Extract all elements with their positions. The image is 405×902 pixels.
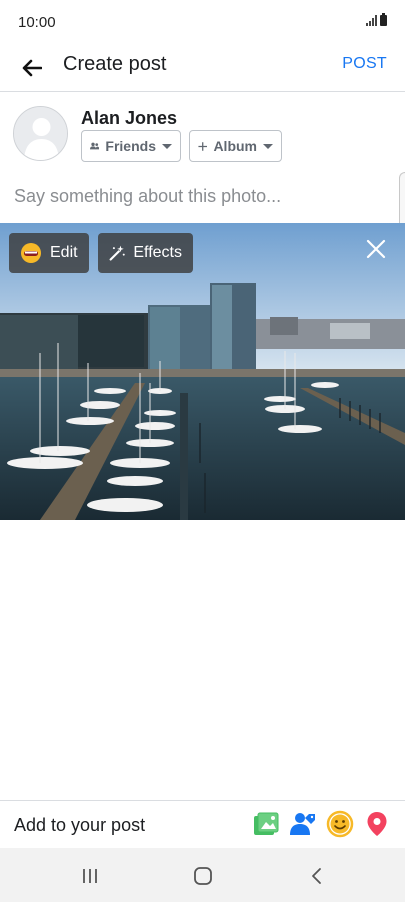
back-nav-icon: [312, 868, 321, 884]
album-label: Album: [213, 138, 257, 154]
status-time: 10:00: [18, 14, 56, 31]
remove-photo-button[interactable]: [365, 238, 387, 260]
status-icons: [366, 13, 387, 26]
effects-button[interactable]: Effects: [98, 233, 193, 273]
emoji-edit-icon: [21, 243, 41, 263]
close-icon: [366, 239, 386, 259]
composer-header: Alan Jones Friends Album: [0, 92, 405, 178]
location-icon[interactable]: [363, 810, 391, 838]
tag-people-icon[interactable]: [289, 810, 317, 838]
magic-wand-icon: [109, 245, 125, 261]
effects-label: Effects: [133, 244, 182, 261]
photo-icon[interactable]: [252, 810, 280, 838]
home-icon: [194, 867, 212, 885]
audience-selector[interactable]: Friends: [81, 130, 181, 162]
edit-label: Edit: [50, 244, 78, 261]
app-header: Create post POST: [0, 44, 405, 92]
chevron-down-icon: [263, 143, 273, 149]
caption-input[interactable]: Say something about this photo...: [0, 178, 398, 222]
audience-label: Friends: [105, 138, 156, 154]
add-to-post-label: Add to your post: [14, 815, 146, 835]
home-button[interactable]: [189, 862, 217, 890]
attached-photo[interactable]: Edit Effects: [0, 223, 405, 520]
friends-icon: [90, 142, 100, 150]
system-nav-bar: [0, 848, 405, 902]
post-button[interactable]: POST: [342, 55, 387, 73]
recent-apps-icon: [83, 869, 97, 883]
arrow-left-icon: [22, 59, 42, 77]
feeling-icon[interactable]: [326, 810, 354, 838]
chevron-down-icon: [162, 143, 172, 149]
battery-icon: [380, 13, 387, 26]
add-to-post-bar[interactable]: Add to your post: [0, 800, 405, 848]
album-selector[interactable]: Album: [189, 130, 282, 162]
edit-photo-button[interactable]: Edit: [9, 233, 89, 273]
status-bar: 10:00: [0, 0, 405, 44]
attach-icons: [252, 810, 391, 838]
plus-icon: [198, 141, 208, 151]
page-title: Create post: [63, 53, 167, 75]
recent-apps-button[interactable]: [76, 862, 104, 890]
back-nav-button[interactable]: [303, 862, 331, 890]
avatar: [13, 106, 68, 161]
back-button[interactable]: [14, 50, 50, 86]
user-name: Alan Jones: [81, 108, 178, 128]
signal-icon: [366, 15, 377, 26]
default-avatar-icon: [14, 107, 67, 160]
